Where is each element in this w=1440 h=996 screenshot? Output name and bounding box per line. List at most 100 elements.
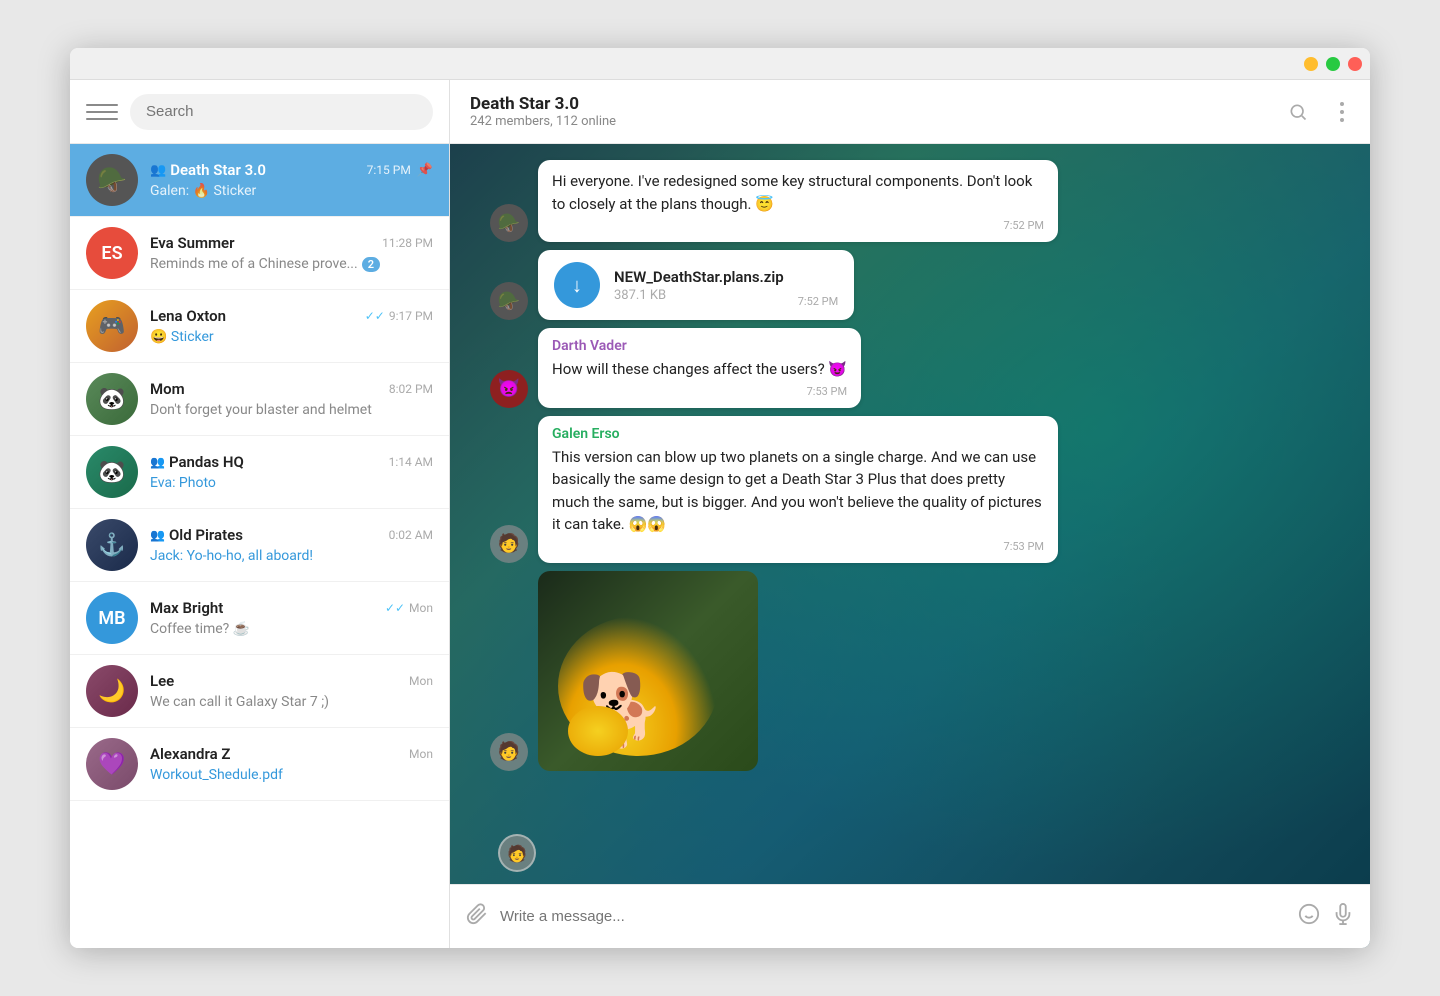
chat-info: 👥 Pandas HQ 1:14 AM Eva: Photo (150, 453, 433, 491)
file-size: 387.1 KB (614, 288, 784, 303)
chat-time: 9:17 PM (389, 309, 433, 323)
chat-name: 👥 Pandas HQ (150, 453, 244, 471)
chat-time: 11:28 PM (382, 236, 433, 250)
message-avatar: 🧑 (490, 733, 528, 771)
chat-preview: 😀 Sticker (150, 329, 433, 345)
chat-item-alexandra-z[interactable]: 💜 Alexandra Z Mon Workout_Shedule.pdf (70, 728, 449, 801)
chat-header-info: Death Star 3.0 242 members, 112 online (470, 94, 616, 129)
chat-main: Death Star 3.0 242 members, 112 online (450, 80, 1370, 948)
chat-info: 👥 Death Star 3.0 7:15 PM 📌 Galen: 🔥 Stic… (150, 161, 433, 199)
hamburger-line (86, 104, 118, 106)
double-check-icon: ✓✓ (385, 601, 405, 615)
search-icon[interactable] (1286, 100, 1310, 124)
chat-name-row: 👥 Old Pirates 0:02 AM (150, 526, 433, 544)
app-body: 🪖 👥 Death Star 3.0 7:15 PM 📌 (70, 80, 1370, 948)
chat-name-row: Mom 8:02 PM (150, 380, 433, 398)
chat-name-row: 👥 Pandas HQ 1:14 AM (150, 453, 433, 471)
message-text: Hi everyone. I've redesigned some key st… (552, 170, 1044, 215)
avatar: MB (86, 592, 138, 644)
chat-preview: We can call it Galaxy Star 7 ;) (150, 694, 433, 710)
sidebar-header (70, 80, 449, 144)
pin-icon: 📌 (417, 163, 433, 178)
sticker-image: 🐕 (558, 586, 738, 756)
chat-list: 🪖 👥 Death Star 3.0 7:15 PM 📌 (70, 144, 449, 948)
chat-item-mom[interactable]: 🐼 Mom 8:02 PM Don't forget your blaster … (70, 363, 449, 436)
close-button[interactable]: × (1348, 57, 1362, 71)
double-check-icon: ✓✓ (365, 309, 385, 323)
chat-preview: Workout_Shedule.pdf (150, 767, 433, 783)
file-name: NEW_DeathStar.plans.zip (614, 268, 784, 286)
more-options-icon[interactable] (1330, 100, 1354, 124)
message-input[interactable] (500, 897, 1286, 937)
maximize-button[interactable]: □ (1326, 57, 1340, 71)
chat-header: Death Star 3.0 242 members, 112 online (450, 80, 1370, 144)
chat-name-row: 👥 Death Star 3.0 7:15 PM 📌 (150, 161, 433, 179)
message-bubble: Darth Vader How will these changes affec… (538, 328, 861, 408)
chat-name: Lee (150, 672, 174, 690)
chat-time: 7:15 PM (367, 163, 411, 177)
message-row: 🪖 ↓ NEW_DeathStar.plans.zip 387.1 KB 7:5… (490, 250, 1330, 320)
message-content: ↓ NEW_DeathStar.plans.zip 387.1 KB 7:52 … (538, 250, 854, 320)
preview-sticker: 😀 Sticker (150, 329, 214, 345)
avatar: 🪖 (86, 154, 138, 206)
avatar: 💜 (86, 738, 138, 790)
chat-item-pandas-hq[interactable]: 🐼 👥 Pandas HQ 1:14 AM Eva: Photo (70, 436, 449, 509)
chat-item-lena-oxton[interactable]: 🎮 Lena Oxton ✓✓ 9:17 PM 😀 Sticker (70, 290, 449, 363)
hamburger-line (86, 111, 118, 113)
chat-item-eva-summer[interactable]: ES Eva Summer 11:28 PM Reminds me of a C… (70, 217, 449, 290)
chat-item-max-bright[interactable]: MB Max Bright ✓✓ Mon Coffee time? ☕ (70, 582, 449, 655)
chat-preview: Eva: Photo (150, 475, 433, 491)
message-avatar: 🪖 (490, 204, 528, 242)
chat-time: 0:02 AM (389, 528, 433, 542)
chat-title: Death Star 3.0 (470, 94, 616, 114)
chat-name: 👥 Death Star 3.0 (150, 161, 266, 179)
chat-input-bar (450, 884, 1370, 948)
download-icon[interactable]: ↓ (554, 262, 600, 308)
message-row: 🪖 Hi everyone. I've redesigned some key … (490, 160, 1330, 242)
message-content: Hi everyone. I've redesigned some key st… (538, 160, 1058, 242)
emoji-button[interactable] (1298, 903, 1320, 931)
chat-time: Mon (409, 747, 433, 761)
message-text: This version can blow up two planets on … (552, 446, 1044, 536)
search-input[interactable] (130, 94, 433, 130)
sticker-message-row: 🧑 🐕 (490, 571, 1330, 771)
chat-preview: Coffee time? ☕ (150, 621, 433, 637)
message-time: 7:53 PM (552, 540, 1044, 553)
chat-time: Mon (409, 601, 433, 615)
preview-text: Workout_Shedule.pdf (150, 767, 283, 783)
chat-preview: Jack: Yo-ho-ho, all aboard! (150, 548, 433, 564)
microphone-button[interactable] (1332, 903, 1354, 931)
message-content: Darth Vader How will these changes affec… (538, 328, 861, 408)
hamburger-button[interactable] (86, 96, 118, 128)
preview-text: Galen: 🔥 Sticker (150, 183, 256, 199)
chat-name-row: Alexandra Z Mon (150, 745, 433, 763)
chat-name: Max Bright (150, 599, 223, 617)
chat-name-row: Lee Mon (150, 672, 433, 690)
messages-area: 🪖 Hi everyone. I've redesigned some key … (450, 144, 1370, 884)
chat-info: Lena Oxton ✓✓ 9:17 PM 😀 Sticker (150, 307, 433, 345)
message-avatar: 🪖 (490, 282, 528, 320)
minimize-button[interactable]: − (1304, 57, 1318, 71)
message-row: 🧑 Galen Erso This version can blow up tw… (490, 416, 1330, 563)
message-bubble: Galen Erso This version can blow up two … (538, 416, 1058, 563)
attach-button[interactable] (466, 903, 488, 931)
chat-item-lee[interactable]: 🌙 Lee Mon We can call it Galaxy Star 7 ;… (70, 655, 449, 728)
chat-time: 8:02 PM (389, 382, 433, 396)
chat-info: Lee Mon We can call it Galaxy Star 7 ;) (150, 672, 433, 710)
chat-subtitle: 242 members, 112 online (470, 114, 616, 129)
hamburger-line (86, 118, 118, 120)
avatar: 🐼 (86, 373, 138, 425)
preview-text: Don't forget your blaster and helmet (150, 402, 372, 418)
chat-item-death-star[interactable]: 🪖 👥 Death Star 3.0 7:15 PM 📌 (70, 144, 449, 217)
sticker-bubble: 🐕 (538, 571, 758, 771)
chat-name: Alexandra Z (150, 745, 230, 763)
message-text: How will these changes affect the users?… (552, 358, 847, 381)
unread-badge: 2 (362, 257, 380, 272)
chat-item-old-pirates[interactable]: ⚓ 👥 Old Pirates 0:02 AM Jack: Yo-ho-ho, … (70, 509, 449, 582)
chat-preview: Galen: 🔥 Sticker (150, 183, 433, 199)
chat-name-row: Lena Oxton ✓✓ 9:17 PM (150, 307, 433, 325)
sender-name: Darth Vader (552, 338, 847, 354)
message-time: 7:52 PM (798, 295, 838, 308)
title-bar: − □ × (70, 48, 1370, 80)
sidebar: 🪖 👥 Death Star 3.0 7:15 PM 📌 (70, 80, 450, 948)
